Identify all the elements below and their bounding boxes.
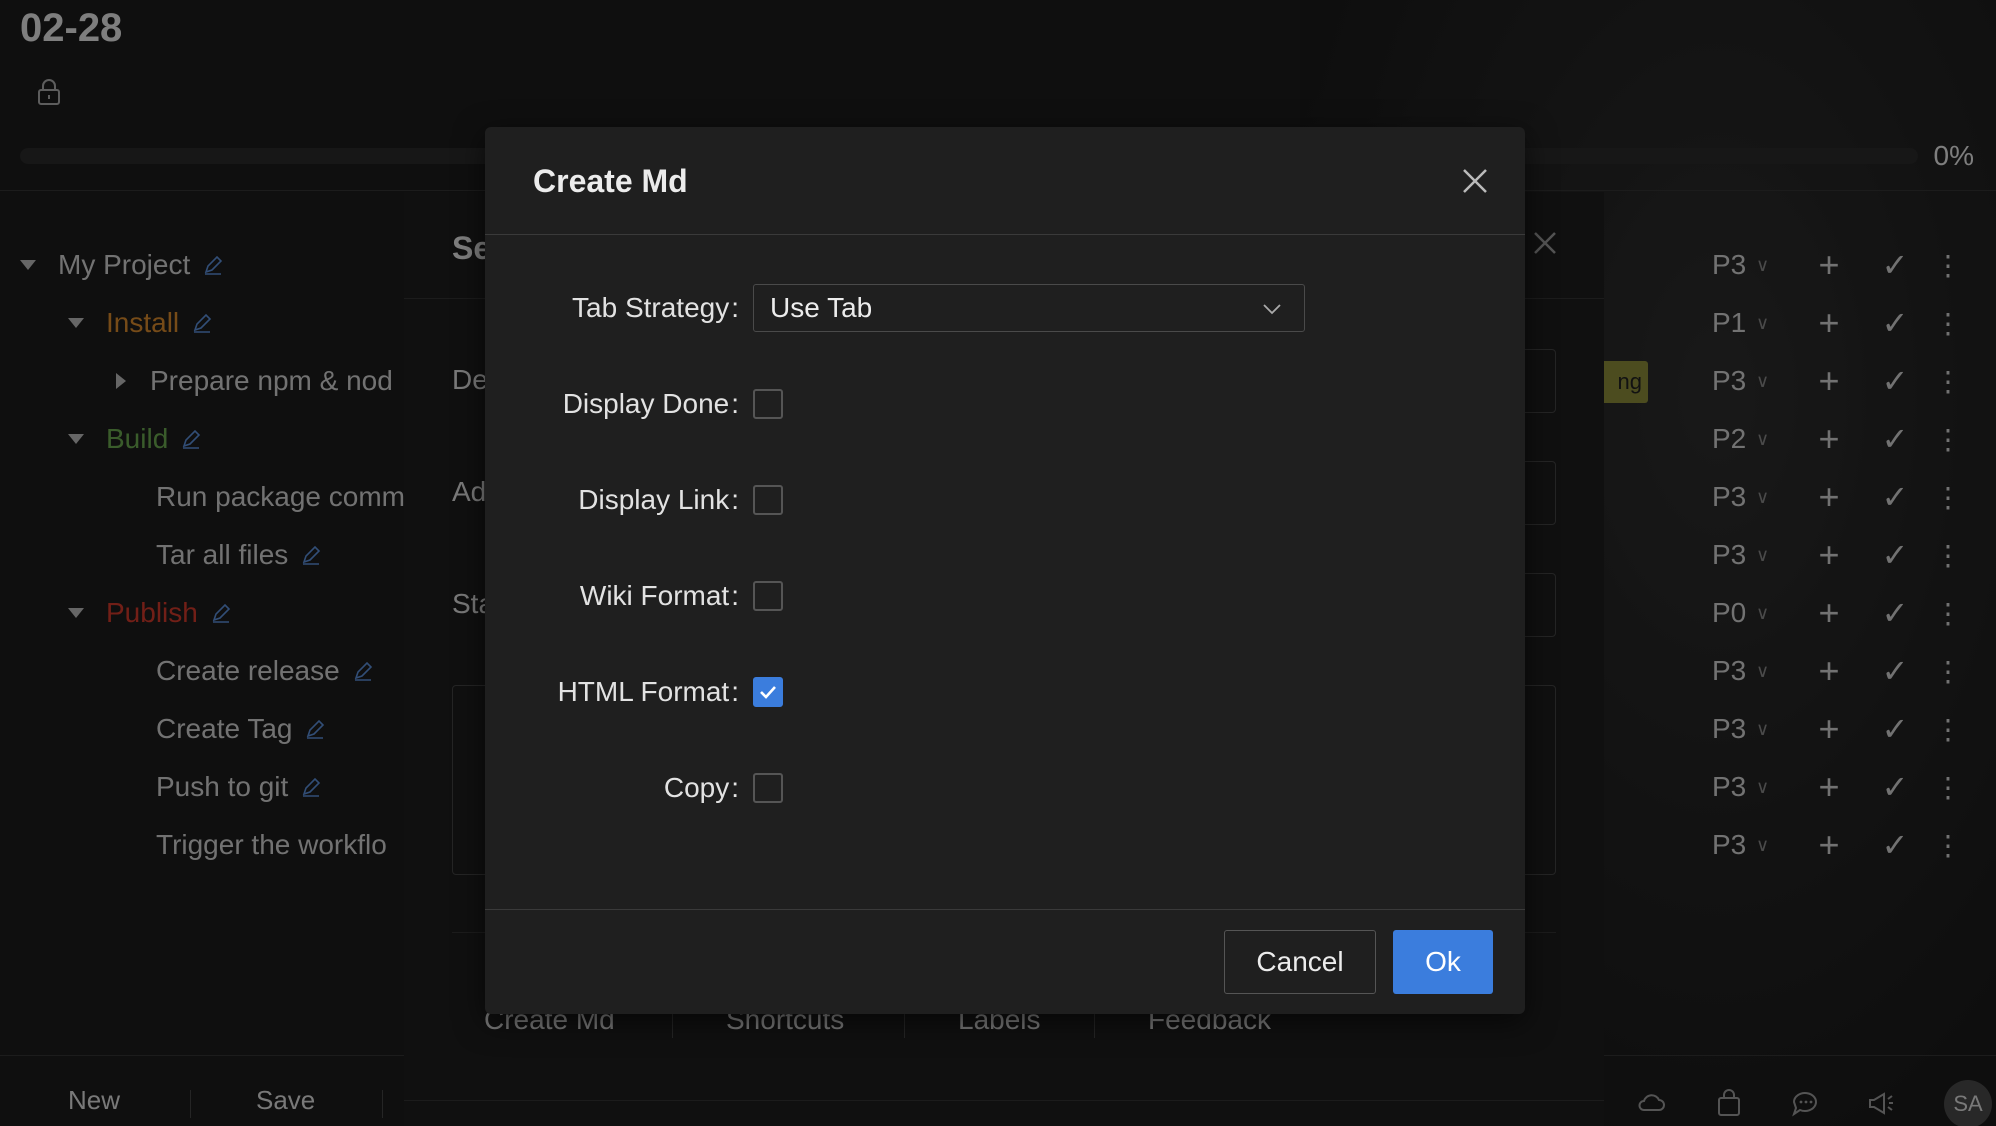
html-format-checkbox[interactable] xyxy=(753,677,783,707)
tab-strategy-row: Tab Strategy: Use Tab xyxy=(485,283,1525,333)
checkbox-row: Display Link: xyxy=(485,475,1525,525)
checkbox-row: Wiki Format: xyxy=(485,571,1525,621)
display-link-checkbox[interactable] xyxy=(753,485,783,515)
tab-strategy-select[interactable]: Use Tab xyxy=(753,284,1305,332)
copy-checkbox[interactable] xyxy=(753,773,783,803)
wiki-format-label: Wiki Format xyxy=(579,580,730,611)
display-done-label-wrap: Display Done: xyxy=(485,388,753,420)
label-colon: : xyxy=(731,484,739,515)
cancel-button[interactable]: Cancel xyxy=(1224,930,1376,994)
display-link-label: Display Link xyxy=(578,484,730,515)
label-colon: : xyxy=(731,292,739,323)
checkbox-row: HTML Format: xyxy=(485,667,1525,717)
create-md-dialog: Create Md Tab Strategy: Use Tab Display … xyxy=(485,127,1525,1014)
tab-strategy-label-wrap: Tab Strategy: xyxy=(485,292,753,324)
display-link-label-wrap: Display Link: xyxy=(485,484,753,516)
tab-strategy-label: Tab Strategy xyxy=(572,292,730,323)
html-format-label: HTML Format xyxy=(557,676,730,707)
label-colon: : xyxy=(731,676,739,707)
dialog-title: Create Md xyxy=(533,163,688,199)
dialog-footer-divider xyxy=(485,909,1525,910)
copy-label: Copy xyxy=(663,772,730,803)
wiki-format-label-wrap: Wiki Format: xyxy=(485,580,753,612)
display-done-checkbox[interactable] xyxy=(753,389,783,419)
close-icon[interactable] xyxy=(1461,167,1489,195)
chevron-down-icon xyxy=(1263,304,1281,315)
checkmark-icon xyxy=(760,686,776,699)
wiki-format-checkbox[interactable] xyxy=(753,581,783,611)
ok-button[interactable]: Ok xyxy=(1393,930,1493,994)
display-done-label: Display Done xyxy=(562,388,730,419)
copy-label-wrap: Copy: xyxy=(485,772,753,804)
label-colon: : xyxy=(731,388,739,419)
dialog-header-divider xyxy=(485,234,1525,235)
html-format-label-wrap: HTML Format: xyxy=(485,676,753,708)
label-colon: : xyxy=(731,580,739,611)
label-colon: : xyxy=(731,772,739,803)
checkbox-row: Copy: xyxy=(485,763,1525,813)
tab-strategy-value: Use Tab xyxy=(770,292,873,323)
checkbox-row: Display Done: xyxy=(485,379,1525,429)
